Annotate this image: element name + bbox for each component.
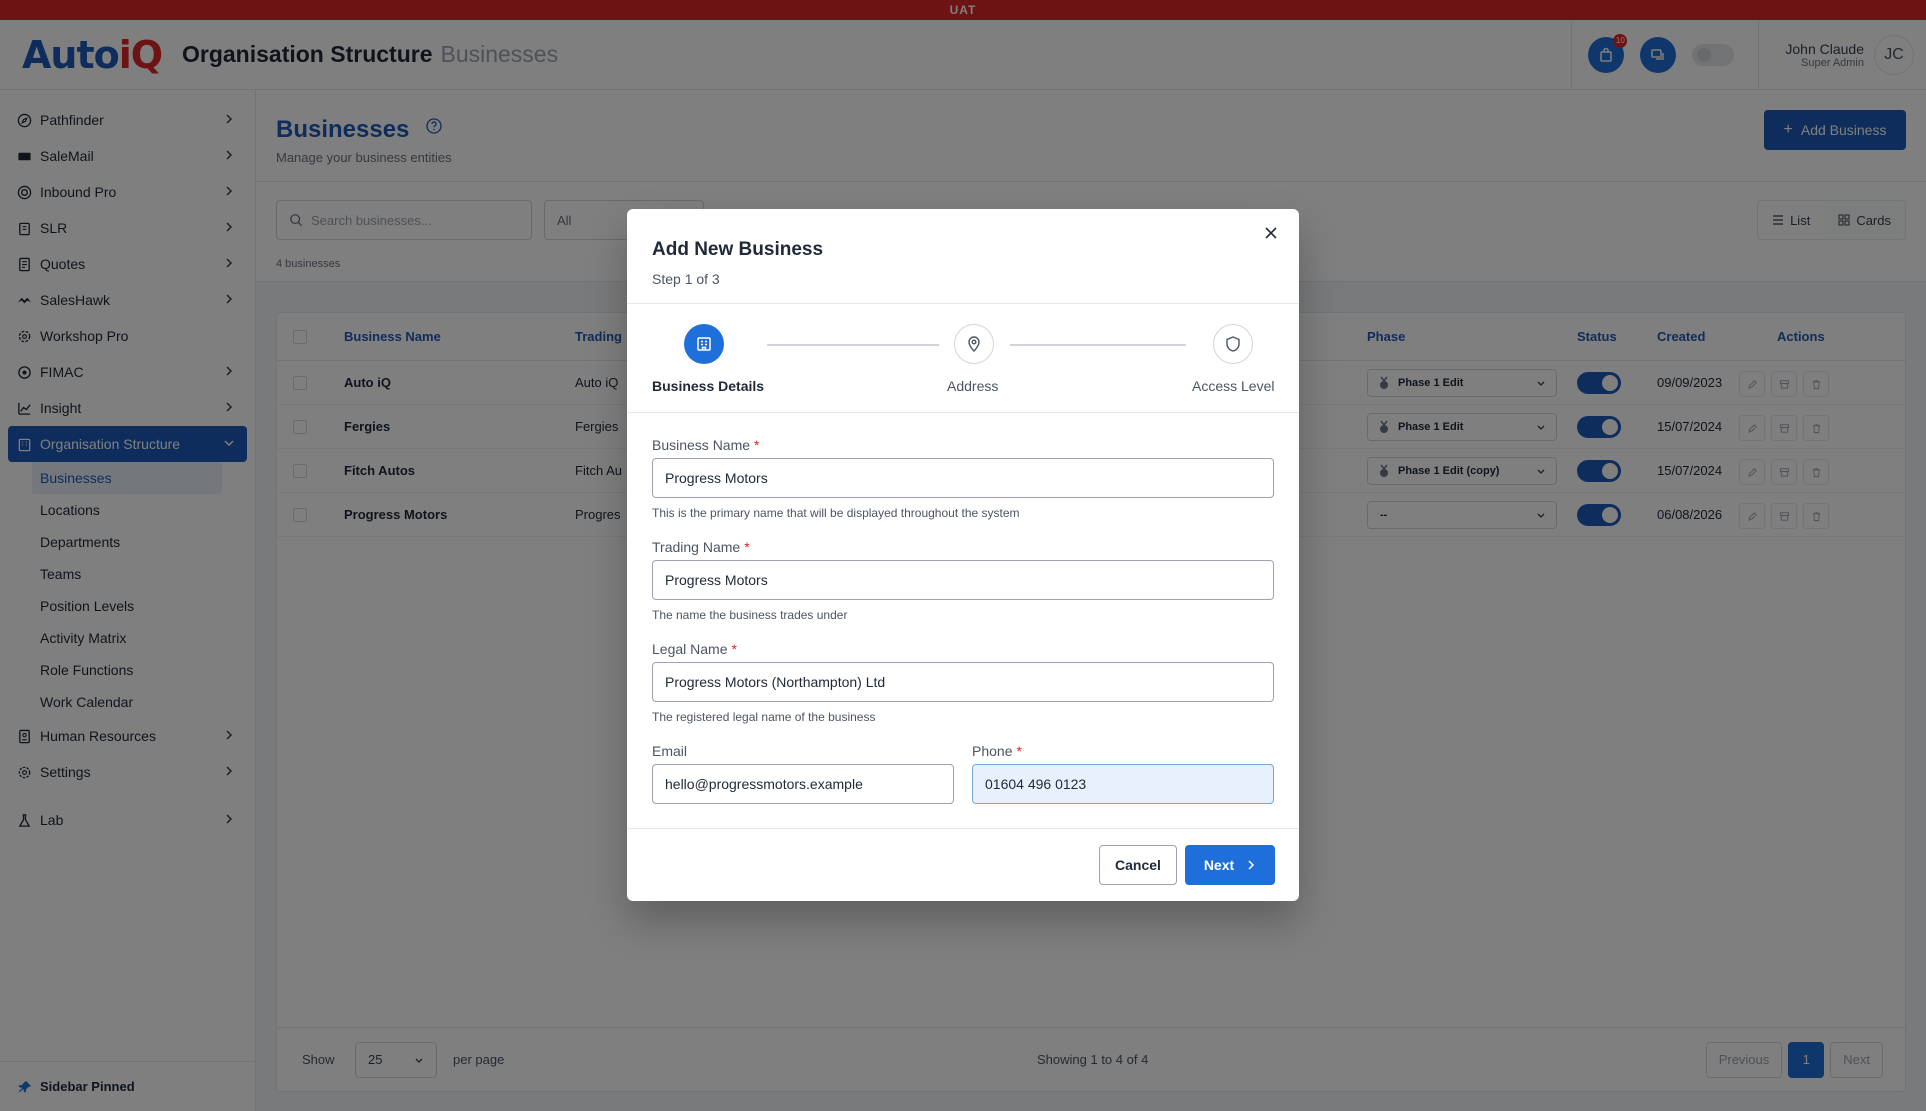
close-icon	[1265, 227, 1277, 239]
building-icon	[697, 337, 711, 351]
step-access-level[interactable]	[1213, 324, 1253, 364]
step-label-address: Address	[947, 378, 999, 394]
trading-name-input[interactable]: Progress Motors	[652, 560, 1274, 600]
step-connector	[767, 344, 939, 346]
business-name-help: This is the primary name that will be di…	[652, 506, 1020, 520]
modal-step-indicator: Step 1 of 3	[652, 271, 720, 287]
step-label-access-level: Access Level	[1192, 378, 1275, 394]
legal-name-label: Legal Name *	[652, 641, 737, 657]
shield-icon	[1226, 336, 1240, 352]
wizard-stepper: Business Details Address Access Level	[627, 304, 1299, 412]
modal-title: Add New Business	[652, 239, 824, 260]
step-address[interactable]	[954, 324, 994, 364]
email-label: Email	[652, 743, 688, 759]
trading-name-label: Trading Name *	[652, 539, 750, 555]
cancel-button[interactable]: Cancel	[1099, 845, 1177, 885]
business-name-input[interactable]: Progress Motors	[652, 458, 1274, 498]
legal-name-help: The registered legal name of the busines…	[652, 710, 876, 724]
chevron-right-icon	[1248, 860, 1255, 870]
trading-name-help: The name the business trades under	[652, 608, 848, 622]
step-label-business-details: Business Details	[652, 378, 765, 394]
phone-label: Phone *	[972, 743, 1022, 759]
step-business-details[interactable]	[684, 324, 724, 364]
email-input[interactable]: hello@progressmotors.example	[652, 764, 954, 804]
close-button[interactable]	[1261, 223, 1281, 243]
step-connector	[1010, 344, 1186, 346]
map-pin-icon	[968, 336, 980, 352]
divider	[627, 412, 1299, 413]
legal-name-input[interactable]: Progress Motors (Northampton) Ltd	[652, 662, 1274, 702]
phone-input[interactable]: 01604 496 0123	[972, 764, 1274, 804]
next-button[interactable]: Next	[1185, 845, 1275, 885]
divider	[627, 828, 1299, 829]
add-business-modal: Add New Business Step 1 of 3 Business De…	[627, 209, 1299, 901]
business-name-label: Business Name *	[652, 437, 760, 453]
